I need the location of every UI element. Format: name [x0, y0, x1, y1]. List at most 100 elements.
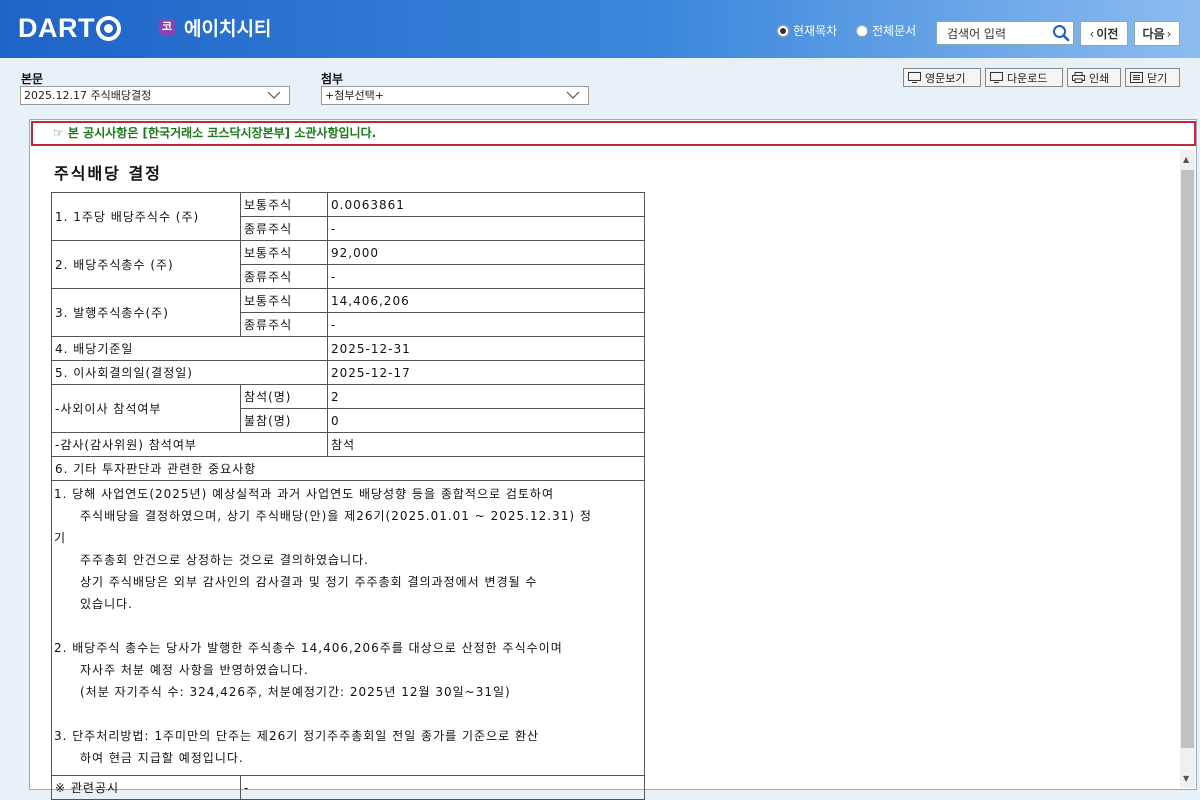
jurisdiction-notice: ☞ 본 공시사항은 [한국거래소 코스닥시장본부] 소관사항입니다. [31, 121, 1196, 146]
cell-value: - [327, 312, 645, 337]
dividend-decision-table: 1. 1주당 배당주식수 (주) 보통주식 0.0063861 종류주식 - 2… [51, 192, 645, 800]
cell-value: 0.0063861 [327, 192, 645, 217]
note-paragraph: 3. 단주처리방법: 1주미만의 단주는 제26기 정기주주총회일 전일 종가를… [54, 725, 642, 769]
note-line: 자사주 처분 예정 사항을 반영하였습니다. [80, 663, 309, 677]
row-label: 4. 배당기준일 [51, 336, 328, 361]
cell-value: 2025-12-17 [327, 360, 645, 385]
note-line: 하여 현금 지급할 예정입니다. [80, 751, 244, 765]
prev-button[interactable]: ‹ 이전 [1080, 21, 1128, 46]
close-doc-icon [1130, 72, 1143, 83]
notes-cell: 1. 당해 사업연도(2025년) 예상실적과 과거 사업연도 배당성향 등을 … [51, 480, 645, 776]
note-line: 기 [54, 531, 67, 545]
scrollbar-thumb[interactable] [1181, 170, 1194, 748]
table-row: -감사(감사위원) 참석여부 참석 [51, 432, 645, 457]
table-row: 2. 배당주식총수 (주) 보통주식 92,000 [51, 240, 645, 289]
sub-label: 종류주식 [240, 264, 328, 289]
note-line: (처분 자기주식 수: 324,426주, 처분예정기간: 2025년 12월 … [80, 685, 511, 699]
sub-label: 종류주식 [240, 312, 328, 337]
printer-icon [1072, 72, 1085, 83]
note-line: 있습니다. [80, 597, 133, 611]
cell-value: 14,406,206 [327, 288, 645, 313]
attach-label: 첨부 [321, 72, 344, 86]
row-label: ※ 관련공시 [51, 775, 241, 800]
download-label: 다운로드 [1007, 71, 1048, 85]
radio-unchecked-icon[interactable] [856, 24, 868, 37]
note-line: 상기 주식배당은 외부 감사인의 감사결과 및 정기 주주총회 결의과정에서 변… [80, 575, 538, 589]
note-paragraph: 1. 당해 사업연도(2025년) 예상실적과 과거 사업연도 배당성향 등을 … [54, 483, 642, 615]
document-title: 주식배당 결정 [54, 164, 162, 183]
close-label: 닫기 [1147, 71, 1168, 85]
english-view-label: 영문보기 [925, 71, 966, 85]
table-row: 3. 발행주식총수(주) 보통주식 14,406,206 [51, 288, 645, 337]
english-view-button[interactable]: 영문보기 [903, 68, 981, 87]
attachment-select[interactable]: +첨부선택+ [321, 86, 589, 105]
radio-current-label: 현재목차 [793, 24, 838, 38]
radio-all-documents[interactable]: 전체문서 [856, 22, 916, 39]
print-button[interactable]: 인쇄 [1067, 68, 1121, 87]
table-row: -사외이사 참석여부 참석(명) 2 [51, 384, 645, 433]
table-row: ※ 관련공시 - [51, 775, 645, 800]
header-bar: DART 코 에이치시티 현재목차 전체문서 ‹ 이전 다음 › [0, 0, 1200, 58]
body-section-select[interactable]: 2025.12.17 주식배당결정 [20, 86, 290, 105]
note-line: 3. 단주처리방법: 1주미만의 단주는 제26기 정기주주총회일 전일 종가를… [54, 729, 540, 743]
cell-value: 2 [327, 384, 645, 409]
search-box[interactable] [936, 21, 1074, 45]
attach-select-value: +첨부선택+ [325, 89, 384, 102]
print-label: 인쇄 [1089, 71, 1110, 85]
sub-label: 종류주식 [240, 216, 328, 241]
table-row: 1. 1주당 배당주식수 (주) 보통주식 0.0063861 [51, 192, 645, 241]
close-button[interactable]: 닫기 [1125, 68, 1180, 87]
row-label: -감사(감사위원) 참석여부 [51, 432, 328, 457]
table-row: 6. 기타 투자판단과 관련한 중요사항 [51, 456, 645, 481]
scroll-up-icon[interactable]: ▲ [1183, 155, 1189, 164]
note-line: 1. 당해 사업연도(2025년) 예상실적과 과거 사업연도 배당성향 등을 … [54, 487, 555, 501]
scroll-down-icon[interactable]: ▼ [1183, 774, 1189, 783]
sub-label: 참석(명) [240, 384, 328, 409]
radio-current-toc[interactable]: 현재목차 [777, 22, 837, 39]
search-icon[interactable] [1052, 24, 1070, 42]
chevron-left-icon: ‹ [1089, 26, 1095, 41]
note-paragraph: 2. 배당주식 총수는 당사가 발행한 주식총수 14,406,206주를 대상… [54, 637, 642, 703]
body-label: 본문 [21, 72, 44, 86]
table-row: 5. 이사회결의일(결정일) 2025-12-17 [51, 360, 645, 385]
cell-value: - [327, 264, 645, 289]
logo-text: DART [18, 13, 95, 43]
logo-o-icon [96, 16, 121, 41]
next-button[interactable]: 다음 › [1134, 21, 1180, 46]
sub-label: 보통주식 [240, 192, 328, 217]
company-name: 에이치시티 [184, 18, 272, 40]
cell-value: 2025-12-31 [327, 336, 645, 361]
row-label: 3. 발행주식총수(주) [51, 288, 241, 337]
note-line: 주주총회 안건으로 상정하는 것으로 결의하였습니다. [80, 553, 369, 567]
note-line: 2. 배당주식 총수는 당사가 발행한 주식총수 14,406,206주를 대상… [54, 641, 563, 655]
chevron-down-icon [267, 91, 281, 99]
chevron-right-icon: › [1166, 26, 1172, 41]
cell-value: 참석 [327, 432, 645, 457]
chevron-down-icon [566, 91, 580, 99]
row-label: 1. 1주당 배당주식수 (주) [51, 192, 241, 241]
sub-label: 보통주식 [240, 288, 328, 313]
table-row: 1. 당해 사업연도(2025년) 예상실적과 과거 사업연도 배당성향 등을 … [51, 480, 645, 776]
download-button[interactable]: 다운로드 [985, 68, 1063, 87]
sub-label: 불참(명) [240, 408, 328, 433]
row-label: -사외이사 참석여부 [51, 384, 241, 433]
cell-value: 92,000 [327, 240, 645, 265]
cell-value: - [327, 216, 645, 241]
row-label: 2. 배당주식총수 (주) [51, 240, 241, 289]
radio-checked-icon[interactable] [777, 24, 789, 37]
market-badge: 코 [159, 19, 175, 35]
note-line: 주식배당을 결정하였으며, 상기 주식배당(안)을 제26기(2025.01.0… [80, 509, 592, 523]
body-select-value: 2025.12.17 주식배당결정 [24, 89, 152, 102]
cell-value: 0 [327, 408, 645, 433]
next-label: 다음 [1142, 27, 1165, 41]
row-label: 6. 기타 투자판단과 관련한 중요사항 [51, 456, 645, 481]
cell-value: - [240, 775, 645, 800]
prev-label: 이전 [1096, 27, 1119, 41]
table-row: 4. 배당기준일 2025-12-31 [51, 336, 645, 361]
row-label: 5. 이사회결의일(결정일) [51, 360, 328, 385]
sub-label: 보통주식 [240, 240, 328, 265]
monitor-icon [908, 72, 921, 83]
download-icon [990, 72, 1003, 83]
dart-logo[interactable]: DART [18, 13, 121, 44]
search-input[interactable] [945, 23, 1059, 45]
